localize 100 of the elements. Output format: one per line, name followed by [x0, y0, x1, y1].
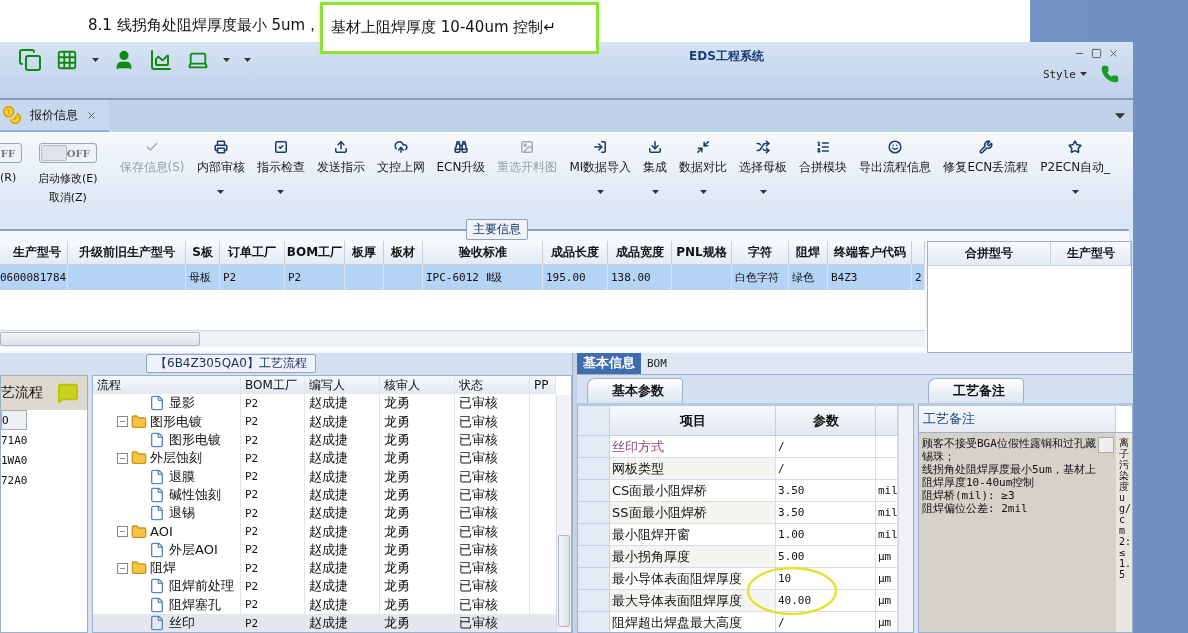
- tree-label: 碱性蚀刻: [169, 485, 221, 504]
- table-cell: P2: [241, 613, 305, 632]
- style-menu[interactable]: Style: [1042, 67, 1087, 81]
- table-cell: /: [776, 436, 876, 458]
- ribbon-button[interactable]: 内部审核: [190, 137, 251, 209]
- column-header[interactable]: 升级前旧生产型号: [68, 241, 186, 265]
- table-cell: 龙勇: [380, 394, 455, 413]
- side-text: 离子污染度ug/cm2:≤1.5: [1116, 433, 1132, 632]
- table-cell: 已审核: [455, 595, 530, 614]
- table-cell: 已审核: [455, 467, 530, 486]
- column-header[interactable]: 成品宽度: [608, 241, 672, 265]
- table-cell: 丝印方式: [610, 436, 776, 458]
- table-cell: 赵成捷: [305, 412, 380, 431]
- tree-row[interactable]: 显影 P2 赵成捷 龙勇 已审核: [93, 394, 556, 413]
- table-cell: P2: [241, 467, 305, 486]
- table-cell: IPC-6012 Ⅱ级: [423, 265, 543, 290]
- column-header[interactable]: BOM工厂: [285, 241, 345, 265]
- column-header[interactable]: 合拼型号: [928, 242, 1051, 266]
- column-header[interactable]: 项目: [610, 406, 776, 436]
- list-item[interactable]: O: [1, 410, 27, 430]
- tree-label: 图形电镀: [169, 431, 221, 450]
- table-cell: 5.00: [776, 546, 876, 568]
- column-header[interactable]: 板材: [384, 241, 423, 265]
- table-cell: P2: [241, 394, 305, 413]
- tree-label: 阻焊塞孔: [169, 595, 221, 614]
- tab-label: 报价信息: [30, 106, 78, 124]
- table-cell: 3.50: [776, 480, 876, 502]
- toggle-switch[interactable]: FF: [0, 143, 22, 163]
- column-header[interactable]: 订单工厂: [220, 241, 285, 265]
- table-cell: P2: [285, 265, 345, 290]
- table-cell: 赵成捷: [305, 577, 380, 596]
- ribbon-button[interactable]: 集成: [637, 137, 674, 209]
- ribbon-button[interactable]: 选择母板: [733, 137, 794, 209]
- toggle-caption: 启动修改(E): [38, 171, 98, 186]
- table-cell: 已审核: [455, 522, 530, 541]
- ribbon-button[interactable]: 导出流程信息: [853, 137, 938, 209]
- table-cell: 最小阻焊开窗: [610, 524, 776, 546]
- table-cell: 138.00: [608, 265, 672, 290]
- column-header[interactable]: 参数: [776, 406, 876, 436]
- tree-label: 退膜: [169, 467, 195, 486]
- tree-label: 阻焊: [150, 559, 176, 578]
- list-item[interactable]: 71A0: [1, 430, 87, 450]
- table-cell: P2: [241, 577, 305, 596]
- ribbon-button[interactable]: 发送指示: [310, 137, 371, 209]
- ribbon-button[interactable]: 修复ECN丢流程: [937, 137, 1035, 209]
- list-item[interactable]: 72A0: [1, 470, 87, 490]
- table-cell: mil: [876, 502, 898, 524]
- ribbon-button[interactable]: 指示检查: [250, 137, 311, 209]
- detail-tab[interactable]: 基本信息: [577, 352, 641, 374]
- table-cell: 1.00: [776, 524, 876, 546]
- column-header[interactable]: 字符: [732, 241, 789, 265]
- table-cell: P2: [220, 265, 285, 290]
- table-cell: B4Z3: [828, 265, 912, 290]
- column-header[interactable]: 验收标准: [423, 241, 543, 265]
- ribbon-button[interactable]: 文控上网: [370, 137, 431, 209]
- ribbon-button[interactable]: ECN升级: [430, 137, 492, 209]
- table-cell: 最小导体表面阻焊厚度: [610, 568, 776, 590]
- column-header[interactable]: 终端客户代码: [828, 241, 912, 265]
- table-cell: 2: [912, 265, 925, 290]
- table-cell: μm: [876, 590, 898, 612]
- table-cell: 已审核: [455, 540, 530, 559]
- table-cell: P2: [241, 595, 305, 614]
- table-cell: 龙勇: [380, 412, 455, 431]
- panel-tab[interactable]: 基本参数: [587, 378, 683, 403]
- toggle-caption: (R): [0, 171, 17, 184]
- column-header[interactable]: 板厚: [345, 241, 384, 265]
- table-cell: 最小拐角厚度: [610, 546, 776, 568]
- table-cell: 0600081784: [0, 265, 68, 290]
- ribbon-button[interactable]: 数据对比: [673, 137, 734, 209]
- column-header[interactable]: S板: [186, 241, 220, 265]
- column-header[interactable]: PNL规格: [672, 241, 732, 265]
- window-title: EDS工程系统: [688, 48, 765, 65]
- table-cell: 绿色: [789, 265, 828, 290]
- toggle-caption: 取消(Z): [48, 190, 87, 205]
- table-cell: 龙勇: [380, 522, 455, 541]
- ribbon-button[interactable]: 合拼模块: [793, 137, 854, 209]
- table-cell: 阻焊超出焊盘最大高度: [610, 612, 776, 632]
- table-cell: 已审核: [455, 394, 530, 413]
- table-cell: 最大导体表面阻焊厚度: [610, 590, 776, 612]
- column-header[interactable]: 阻焊: [789, 241, 828, 265]
- ribbon-button[interactable]: MI数据导入: [563, 137, 638, 209]
- highlighted-text: 基材上阻焊厚度 10-40um 控制↵: [320, 2, 599, 54]
- column-header[interactable]: 工艺备注: [919, 406, 1116, 432]
- ribbon-button[interactable]: P2ECN自动_: [1034, 137, 1117, 209]
- column-header[interactable]: 成品长度: [543, 241, 608, 265]
- table-cell: 195.00: [543, 265, 608, 290]
- toggle-switch[interactable]: OFF: [38, 143, 97, 163]
- document-tab[interactable]: 报价信息: [0, 100, 109, 132]
- table-row[interactable]: 0600081784 母板 P2 P2 IPC-6012 Ⅱ级 195.00 138.00 白色字符 绿色 B4Z3 2: [0, 265, 925, 290]
- table-cell: SS面最小阻焊桥: [610, 502, 776, 524]
- list-item[interactable]: 1WA0: [1, 450, 87, 470]
- note-line: 阻焊偏位公差: 2mil: [922, 502, 1029, 515]
- column-header[interactable]: 生产型号: [1051, 242, 1131, 266]
- detail-tab[interactable]: BOM: [641, 352, 673, 374]
- table-cell: 白色字符: [732, 265, 789, 290]
- table-cell: 赵成捷: [305, 540, 380, 559]
- panel-tab[interactable]: 工艺备注: [928, 378, 1024, 403]
- column-header[interactable]: 生产型号: [0, 241, 68, 265]
- note-line: 线拐角处阻焊厚度最小5um，基材上阻焊厚度10-40um控制: [922, 463, 1097, 489]
- tree-label: 退锡: [169, 504, 195, 523]
